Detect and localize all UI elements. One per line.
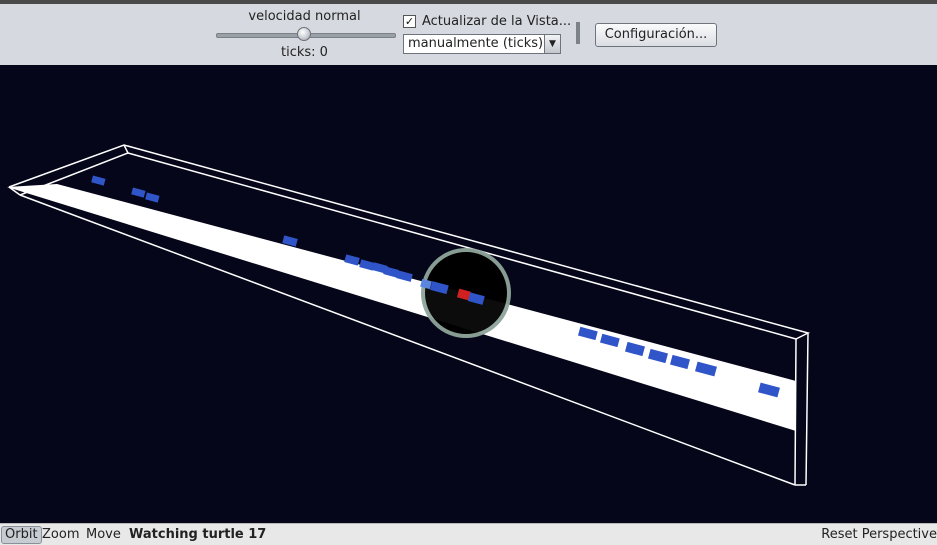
cars (91, 175, 780, 398)
update-mode-value: manualmente (ticks) (408, 36, 544, 51)
chevron-down-icon[interactable]: ▼ (544, 35, 560, 53)
speed-slider-thumb[interactable] (297, 27, 311, 41)
3d-view[interactable] (0, 65, 937, 523)
update-mode-select[interactable]: manualmente (ticks) ▼ (403, 34, 561, 54)
ticks-counter: ticks: 0 (281, 45, 328, 60)
reset-perspective-button[interactable]: Reset Perspective (821, 527, 937, 542)
3d-controls-bar: Orbit Zoom Move Watching turtle 17 Reset… (0, 523, 937, 545)
speed-label: velocidad normal (248, 9, 361, 24)
car (145, 192, 160, 203)
view-updates-checkbox[interactable]: ✓ (403, 15, 416, 28)
move-mode-button[interactable]: Move (82, 526, 125, 544)
car (91, 175, 106, 186)
view-updates-label[interactable]: Actualizar de la Vista... (422, 14, 571, 29)
interface-toolbar: velocidad normal ticks: 0 ✓ Actualizar d… (0, 4, 937, 65)
settings-button[interactable]: Configuración... (595, 23, 717, 47)
toolbar-separator (576, 22, 580, 44)
car (131, 187, 146, 198)
world-box-outline (8, 144, 811, 486)
zoom-mode-button[interactable]: Zoom (38, 526, 83, 544)
orbit-mode-button[interactable]: Orbit (1, 526, 42, 544)
3d-world-canvas[interactable] (0, 65, 937, 523)
watching-status: Watching turtle 17 (129, 527, 267, 542)
